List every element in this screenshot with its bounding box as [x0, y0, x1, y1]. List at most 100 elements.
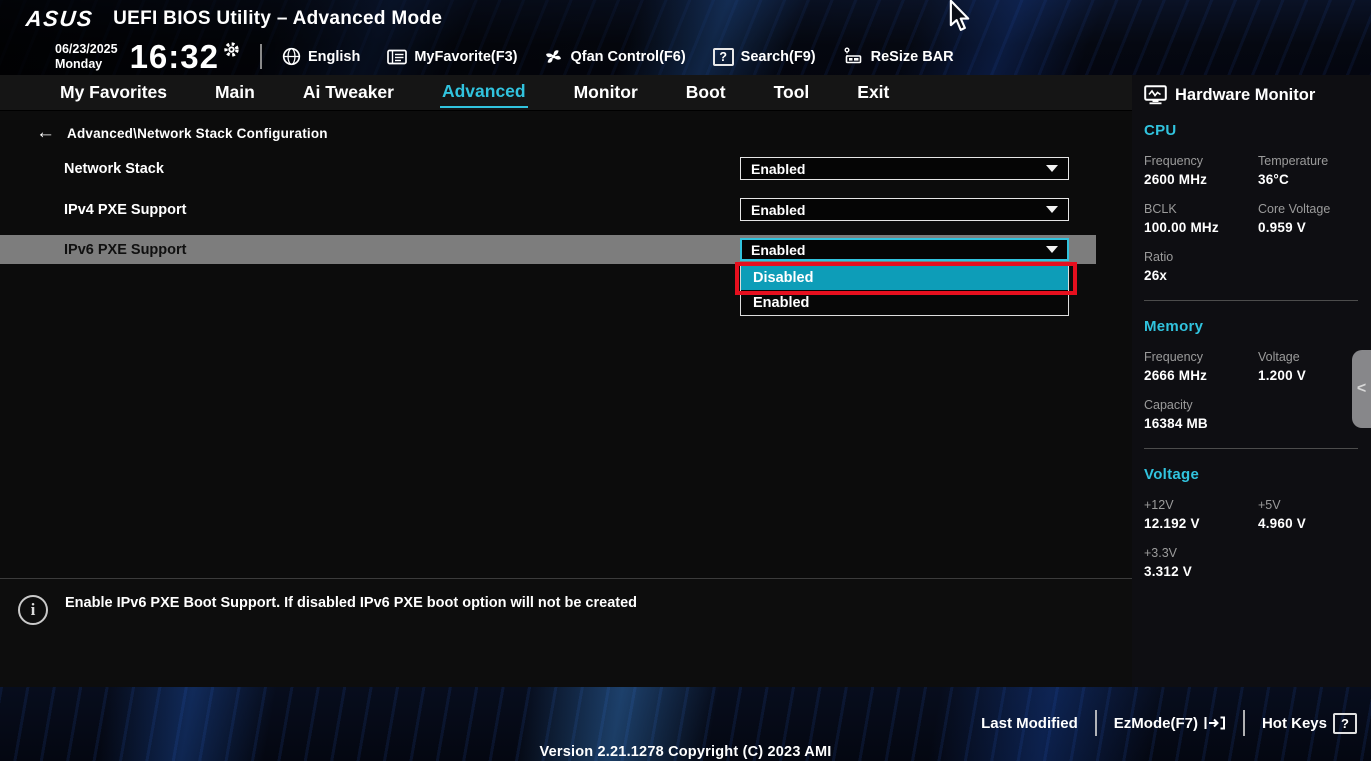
metric-value: 36°C [1258, 172, 1358, 187]
settings-panel: ← Advanced\Network Stack Configuration N… [0, 111, 1132, 578]
dropdown-caret-icon [1046, 165, 1058, 172]
section-divider [1144, 448, 1358, 449]
asus-logo: ASUS [25, 6, 95, 32]
tab-boot[interactable]: Boot [684, 78, 728, 107]
metric-label: Core Voltage [1258, 202, 1358, 216]
setting-label: Network Stack [0, 161, 164, 177]
help-info-bar: i Enable IPv6 PXE Boot Support. If disab… [0, 578, 1132, 687]
dropdown-caret-icon [1046, 206, 1058, 213]
footer-actions: Last Modified EzMode(F7) Hot Keys ? [981, 710, 1357, 736]
breadcrumb: ← Advanced\Network Stack Configuration [36, 122, 328, 144]
option-enabled[interactable]: Enabled [741, 290, 1068, 315]
metric-cpu-bclk: BCLK 100.00 MHz [1144, 202, 1258, 235]
setting-row-ipv4-pxe[interactable]: IPv4 PXE Support Enabled [0, 195, 1096, 224]
metric-value: 4.960 V [1258, 516, 1358, 531]
qfan-label: Qfan Control(F6) [570, 49, 685, 65]
tab-monitor[interactable]: Monitor [572, 78, 640, 107]
gpu-card-icon [843, 47, 864, 66]
enter-arrow-icon [1204, 714, 1226, 732]
dropdown-caret-icon [1046, 246, 1058, 253]
ez-mode-button[interactable]: EzMode(F7) [1114, 714, 1226, 732]
date-block[interactable]: 06/23/2025 Monday [55, 42, 118, 71]
fan-icon [544, 47, 563, 66]
title-bar: ASUS UEFI BIOS Utility – Advanced Mode [0, 0, 1371, 38]
metric-label: Temperature [1258, 154, 1358, 168]
metric-label: Capacity [1144, 398, 1258, 412]
search-label: Search(F9) [741, 49, 816, 65]
metric-12v: +12V 12.192 V [1144, 498, 1258, 531]
monitor-icon [1144, 85, 1167, 105]
resize-bar-button[interactable]: ReSize BAR [843, 47, 954, 66]
language-label: English [308, 49, 360, 65]
option-disabled[interactable]: Disabled [741, 265, 1068, 290]
last-modified-label: Last Modified [981, 715, 1078, 732]
metric-label: +3.3V [1144, 546, 1258, 560]
metric-cpu-frequency: Frequency 2600 MHz [1144, 154, 1258, 187]
clock-settings-gear-icon[interactable] [223, 41, 240, 58]
metric-label: +12V [1144, 498, 1258, 512]
mouse-cursor [948, 0, 972, 32]
tab-tool[interactable]: Tool [772, 78, 812, 107]
cpu-metrics: Frequency 2600 MHz Temperature 36°C BCLK… [1144, 154, 1358, 298]
favorite-list-icon [387, 49, 407, 65]
metric-label: Frequency [1144, 154, 1258, 168]
hardware-monitor-panel: Hardware Monitor CPU Frequency 2600 MHz … [1132, 75, 1371, 687]
tab-ai-tweaker[interactable]: Ai Tweaker [301, 78, 396, 107]
metric-cpu-ratio: Ratio 26x [1144, 250, 1258, 283]
metric-value: 2600 MHz [1144, 172, 1258, 187]
metric-5v: +5V 4.960 V [1258, 498, 1358, 531]
metric-label: Ratio [1144, 250, 1258, 264]
clock[interactable]: 16:32 [130, 38, 219, 76]
myfavorite-label: MyFavorite(F3) [414, 49, 517, 65]
metric-cpu-core-voltage: Core Voltage 0.959 V [1258, 202, 1358, 235]
metric-value: 3.312 V [1144, 564, 1258, 579]
metric-label: Voltage [1258, 350, 1358, 364]
metric-value: 100.00 MHz [1144, 220, 1258, 235]
ipv4-pxe-select[interactable]: Enabled [740, 198, 1069, 221]
ipv6-pxe-dropdown-list: Disabled Enabled [740, 264, 1069, 316]
setting-row-network-stack[interactable]: Network Stack Enabled [0, 154, 1096, 183]
version-text: Version 2.21.1278 Copyright (C) 2023 AMI [0, 744, 1371, 760]
selected-value: Enabled [751, 242, 805, 258]
tab-my-favorites[interactable]: My Favorites [58, 78, 169, 107]
metric-label: BCLK [1144, 202, 1258, 216]
header: ASUS UEFI BIOS Utility – Advanced Mode 0… [0, 0, 1371, 75]
divider [1243, 710, 1245, 736]
app-title: UEFI BIOS Utility – Advanced Mode [113, 8, 442, 30]
voltage-metrics: +12V 12.192 V +5V 4.960 V +3.3V 3.312 V [1144, 498, 1358, 594]
tab-exit[interactable]: Exit [855, 78, 891, 107]
search-button[interactable]: ? Search(F9) [713, 48, 816, 66]
last-modified-button[interactable]: Last Modified [981, 715, 1078, 732]
myfavorite-button[interactable]: MyFavorite(F3) [387, 49, 517, 65]
metric-label: Frequency [1144, 350, 1258, 364]
metric-label: +5V [1258, 498, 1358, 512]
tab-main[interactable]: Main [213, 78, 257, 107]
breadcrumb-path: Advanced\Network Stack Configuration [67, 126, 328, 141]
date-text: 06/23/2025 [55, 42, 118, 56]
help-text: Enable IPv6 PXE Boot Support. If disable… [65, 595, 637, 611]
footer: Last Modified EzMode(F7) Hot Keys ? Vers… [0, 687, 1371, 761]
language-button[interactable]: English [282, 47, 360, 66]
metric-3-3v: +3.3V 3.312 V [1144, 546, 1258, 579]
hardware-monitor-title: Hardware Monitor [1175, 86, 1315, 105]
section-divider [1144, 300, 1358, 301]
hot-keys-label: Hot Keys [1262, 715, 1327, 732]
main-menu-bar: My Favorites Main Ai Tweaker Advanced Mo… [0, 75, 1132, 111]
utility-bar: 06/23/2025 Monday 16:32 English MyFavori… [0, 38, 1371, 75]
tab-advanced[interactable]: Advanced [440, 77, 528, 108]
selected-value: Enabled [751, 202, 805, 218]
ipv6-pxe-select[interactable]: Enabled [740, 238, 1069, 261]
back-arrow-icon[interactable]: ← [36, 122, 55, 144]
qfan-control-button[interactable]: Qfan Control(F6) [544, 47, 685, 66]
sidebar-collapse-handle[interactable]: < [1352, 350, 1371, 428]
voltage-section-heading: Voltage [1144, 466, 1358, 483]
hot-keys-button[interactable]: Hot Keys ? [1262, 713, 1357, 734]
setting-row-ipv6-pxe[interactable]: IPv6 PXE Support Enabled [0, 235, 1096, 264]
chevron-left-icon: < [1357, 380, 1366, 398]
divider [260, 44, 262, 69]
setting-label: IPv6 PXE Support [0, 242, 186, 258]
metric-memory-voltage: Voltage 1.200 V [1258, 350, 1358, 383]
metric-value: 0.959 V [1258, 220, 1358, 235]
network-stack-select[interactable]: Enabled [740, 157, 1069, 180]
ez-mode-label: EzMode(F7) [1114, 715, 1198, 732]
